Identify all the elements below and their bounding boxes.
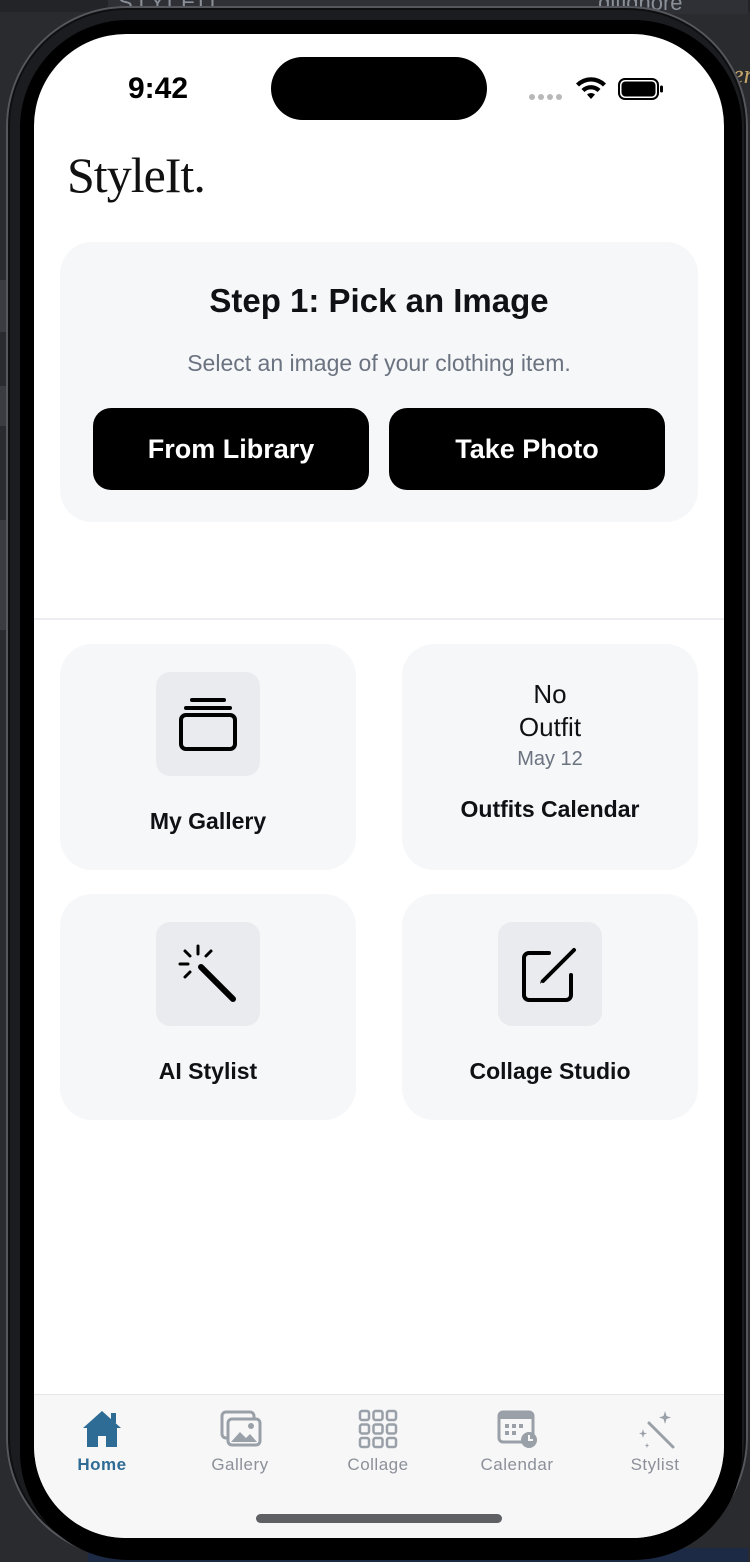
tile-label: My Gallery [149,808,267,834]
take-photo-button[interactable]: Take Photo [389,408,665,490]
outfit-status: No Outfit [402,678,698,744]
tile-label: Outfits Calendar [460,796,640,822]
collage-studio-tile[interactable]: Collage Studio [402,894,698,1120]
gallery-stack-icon [156,672,260,776]
app-logo: StyleIt. [67,147,206,203]
tile-label: AI Stylist [158,1058,258,1084]
pick-image-card: Step 1: Pick an Image Select an image of… [60,242,698,522]
house-icon [83,1411,121,1447]
battery-icon [618,78,663,100]
dynamic-island [271,57,487,120]
step-subtitle: Select an image of your clothing item. [187,350,571,376]
cellular-signal-icon [529,94,563,100]
wifi-icon [576,77,606,99]
tile-label: Collage Studio [469,1058,631,1084]
from-library-button[interactable]: From Library [93,408,369,490]
section-divider [34,618,724,620]
tab-label: Stylist [630,1455,680,1474]
sparkle-wand-icon [639,1411,675,1449]
tab-collage[interactable]: Collage [323,1407,433,1477]
photos-icon [220,1410,262,1447]
tab-calendar[interactable]: Calendar [462,1407,572,1477]
tab-stylist[interactable]: Stylist [600,1407,710,1477]
ai-stylist-tile[interactable]: AI Stylist [60,894,356,1120]
outfit-date: May 12 [517,748,583,770]
tab-home[interactable]: Home [47,1407,157,1477]
phone-screen: 9:42 StyleIt. Step 1: Pick an Image Sele… [34,34,724,1538]
my-gallery-tile[interactable]: My Gallery [60,644,356,870]
home-indicator[interactable] [256,1514,502,1523]
outfits-calendar-tile[interactable]: No Outfit May 12 Outfits Calendar [402,644,698,870]
calendar-icon [497,1410,537,1448]
tab-label: Home [77,1455,127,1474]
tab-label: Calendar [480,1455,554,1474]
magic-wand-icon [156,922,260,1026]
outfit-status-line2: Outfit [518,712,582,742]
outfit-status-line1: No [533,679,567,709]
tab-label: Collage [347,1455,409,1474]
grid-icon [358,1409,398,1449]
tab-gallery[interactable]: Gallery [185,1407,295,1477]
edit-square-icon [498,922,602,1026]
tab-label: Gallery [211,1455,269,1474]
status-time: 9:42 [128,72,189,105]
step-title: Step 1: Pick an Image [209,282,549,319]
